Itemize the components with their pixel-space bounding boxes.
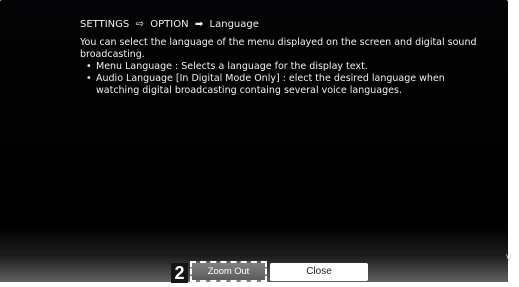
help-content: SETTINGS ⇨ OPTION ➡ Language You can sel… (80, 19, 490, 97)
breadcrumb-settings: SETTINGS (80, 19, 130, 30)
right-edge-glyph: V (505, 253, 512, 263)
breadcrumb-option: OPTION (150, 19, 189, 30)
step-number-badge: 2 (171, 263, 188, 283)
solid-right-arrow-icon: ➡ (194, 19, 204, 30)
breadcrumb: SETTINGS ⇨ OPTION ➡ Language (80, 19, 490, 31)
breadcrumb-language: Language (209, 19, 259, 30)
audio-language-bullet: Audio Language [In Digital Mode Only] : … (86, 73, 490, 97)
language-options-list: Menu Language : Selects a language for t… (80, 61, 490, 97)
open-right-arrow-icon: ⇨ (135, 19, 144, 30)
language-help-screen: SETTINGS ⇨ OPTION ➡ Language You can sel… (0, 0, 519, 287)
menu-language-bullet: Menu Language : Selects a language for t… (86, 61, 490, 73)
zoom-out-button[interactable]: Zoom Out (190, 261, 267, 282)
close-button[interactable]: Close (270, 263, 368, 281)
language-description: You can select the language of the menu … (80, 37, 477, 60)
